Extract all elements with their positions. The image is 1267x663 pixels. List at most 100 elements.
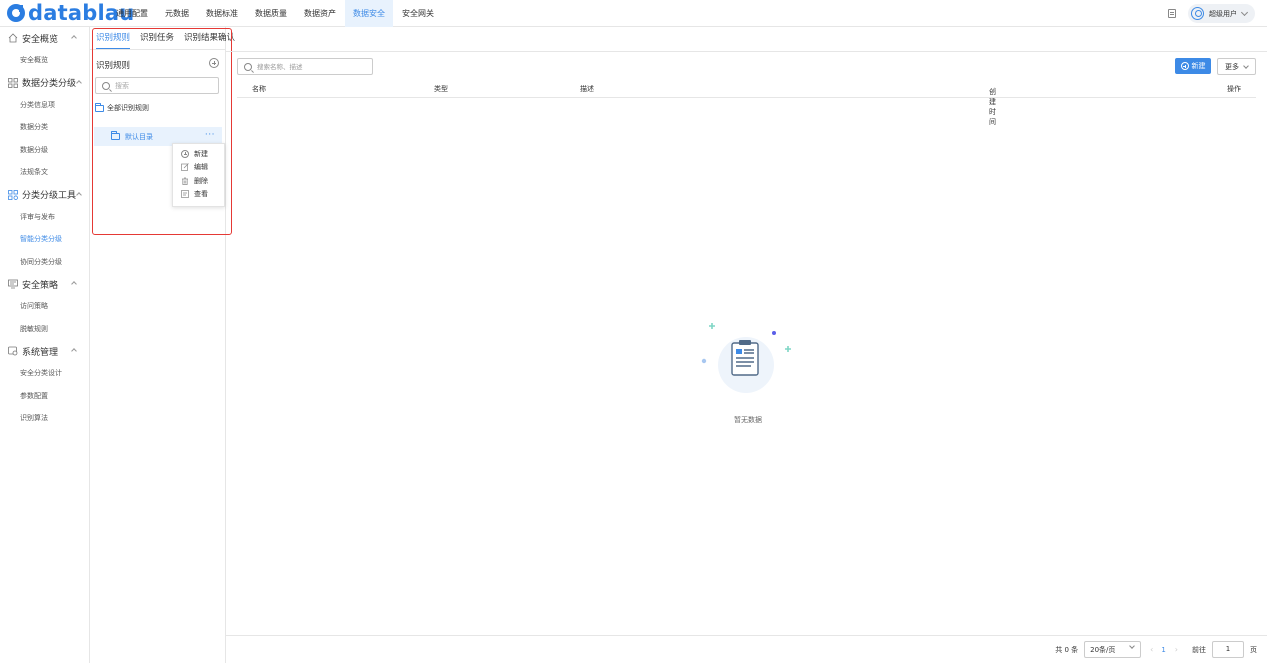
topnav-item-data-assets[interactable]: 数据资产 (296, 0, 344, 27)
chevron-down-icon (1129, 643, 1135, 649)
table-header: 名称 类型 描述 创建时间 ⇕ 操作 (237, 81, 1256, 126)
view-icon (181, 190, 189, 199)
context-menu-new[interactable]: 新建 (173, 147, 224, 161)
trash-icon (182, 177, 188, 185)
sidebar-group-label: 数据分类分级 (22, 79, 77, 89)
sidebar-group-label: 系统管理 (22, 347, 59, 358)
tree-root-label: 全部识别规则 (107, 104, 149, 112)
chevron-down-icon (1243, 62, 1249, 69)
page-size-value: 20条/页 (1090, 645, 1116, 654)
user-menu[interactable]: 超级用户 (1188, 4, 1255, 23)
settings-icon (8, 346, 18, 356)
sidebar-group-system-management[interactable]: 系统管理 (0, 340, 89, 362)
main-search-input[interactable] (257, 62, 367, 71)
sidebar-item-security-classification-design[interactable]: 安全分类设计 (0, 362, 89, 385)
chevron-up-icon (71, 35, 77, 41)
more-options-icon[interactable]: ··· (205, 130, 215, 140)
divider (226, 635, 1267, 636)
sidebar-group-security-overview[interactable]: 安全概览 (0, 27, 89, 49)
user-avatar-icon (1191, 7, 1204, 20)
left-sidebar: 安全概览 安全概览 数据分类分级 分类信息项 数据分类 数据分级 法规条文 分类… (0, 27, 90, 663)
sidebar-group-data-classification[interactable]: 数据分类分级 (0, 72, 89, 94)
goto-page-input[interactable]: 1 (1212, 641, 1244, 658)
sidebar-group-label: 安全策略 (22, 280, 59, 291)
apps-icon (8, 189, 18, 200)
pagination: 共 0 条 20条/页 ‹ 1 › 前往 1 页 (1055, 641, 1257, 658)
empty-clipboard-illustration (701, 323, 791, 393)
chevron-up-icon (71, 281, 77, 287)
add-circle-icon (181, 149, 189, 158)
page-unit-label: 页 (1250, 645, 1257, 654)
context-menu-view[interactable]: 查看 (173, 188, 224, 202)
topnav-item-data-standard[interactable]: 数据标准 (198, 0, 246, 27)
edit-icon (181, 163, 189, 172)
document-icon[interactable] (1168, 9, 1176, 18)
top-navigation: 通用配置 元数据 数据标准 数据质量 数据资产 数据安全 安全网关 (108, 0, 443, 27)
context-menu-label: 编辑 (194, 163, 208, 172)
sidebar-item-data-grading[interactable]: 数据分级 (0, 139, 89, 162)
home-icon (8, 33, 18, 43)
tab-recognition-rules[interactable]: 识别规则 (96, 27, 131, 49)
sidebar-group-security-policy[interactable]: 安全策略 (0, 273, 89, 295)
panel-heading: 识别规则 (96, 61, 131, 71)
context-menu-edit[interactable]: 编辑 (173, 161, 224, 175)
topnav-item-metadata[interactable]: 元数据 (157, 0, 197, 27)
sidebar-item-regulations[interactable]: 法规条文 (0, 161, 89, 184)
sidebar-item-masking-rules[interactable]: 脱敏规则 (0, 318, 89, 341)
goto-label: 前往 (1192, 645, 1206, 654)
sidebar-item-review-publish[interactable]: 评审与发布 (0, 206, 89, 229)
column-header-type: 类型 (434, 85, 448, 93)
sidebar-item-recognition-algorithm[interactable]: 识别算法 (0, 407, 89, 430)
prev-page-icon[interactable]: ‹ (1150, 645, 1153, 654)
divider (226, 51, 1267, 52)
new-button-label: 新建 (1191, 62, 1206, 70)
context-menu-label: 删除 (194, 176, 208, 185)
monitor-icon (8, 279, 18, 289)
chevron-up-icon (76, 79, 82, 86)
sidebar-item-data-classification[interactable]: 数据分类 (0, 116, 89, 139)
panel-search-input[interactable] (115, 81, 205, 90)
context-menu-label: 查看 (194, 190, 208, 199)
main-search-box (237, 58, 373, 75)
sidebar-item-access-policy[interactable]: 访问策略 (0, 295, 89, 318)
sidebar-item-smart-classification[interactable]: 智能分类分级 (0, 228, 89, 251)
context-menu-label: 新建 (194, 149, 208, 158)
topnav-item-data-quality[interactable]: 数据质量 (247, 0, 295, 27)
tree-root-node[interactable]: 全部识别规则 (95, 102, 149, 113)
topnav-item-general-config[interactable]: 通用配置 (108, 0, 156, 27)
sidebar-item-collaborative-classification[interactable]: 协同分类分级 (0, 251, 89, 274)
new-button[interactable]: 新建 (1175, 58, 1211, 74)
top-bar: datablau 通用配置 元数据 数据标准 数据质量 数据资产 数据安全 安全… (0, 0, 1267, 27)
topnav-item-data-security[interactable]: 数据安全 (345, 0, 393, 27)
chevron-up-icon (71, 348, 77, 354)
column-header-name: 名称 (252, 85, 266, 93)
pagination-total: 共 0 条 (1055, 645, 1079, 654)
column-header-description: 描述 (580, 85, 594, 93)
sidebar-item-parameter-config[interactable]: 参数配置 (0, 385, 89, 408)
sidebar-group-label: 分类分级工具 (22, 191, 77, 201)
topnav-item-security-gateway[interactable]: 安全网关 (394, 0, 442, 27)
chevron-down-icon (1240, 8, 1249, 16)
main-content: 新建 更多 名称 类型 描述 创建时间⇕ 操作 暂无数据 共 0 条 20条/页… (226, 27, 1267, 663)
sort-icon: ⇕ (992, 87, 998, 94)
sidebar-item-security-overview[interactable]: 安全概览 (0, 49, 89, 72)
tree-child-label: 默认目录 (125, 132, 153, 141)
page-size-select[interactable]: 20条/页 (1084, 641, 1142, 658)
folder-icon (95, 102, 104, 112)
more-button[interactable]: 更多 (1217, 58, 1256, 75)
chevron-up-icon (76, 191, 82, 198)
column-header-actions: 操作 (1227, 85, 1241, 93)
logo-mark-icon (7, 4, 25, 22)
context-menu: 新建 编辑 删除 查看 (172, 143, 225, 207)
sidebar-group-label: 安全概览 (22, 34, 59, 45)
more-button-label: 更多 (1225, 62, 1239, 71)
next-page-icon[interactable]: › (1175, 645, 1178, 654)
empty-state-text: 暂无数据 (734, 416, 762, 424)
context-menu-delete[interactable]: 删除 (173, 174, 224, 188)
sidebar-group-classification-tools[interactable]: 分类分级工具 (0, 184, 89, 206)
sidebar-item-classification-info[interactable]: 分类信息项 (0, 94, 89, 117)
add-circle-icon (1180, 62, 1189, 70)
tab-recognition-tasks[interactable]: 识别任务 (140, 27, 174, 49)
add-circle-icon[interactable] (209, 58, 219, 68)
current-page-number[interactable]: 1 (1161, 646, 1165, 654)
